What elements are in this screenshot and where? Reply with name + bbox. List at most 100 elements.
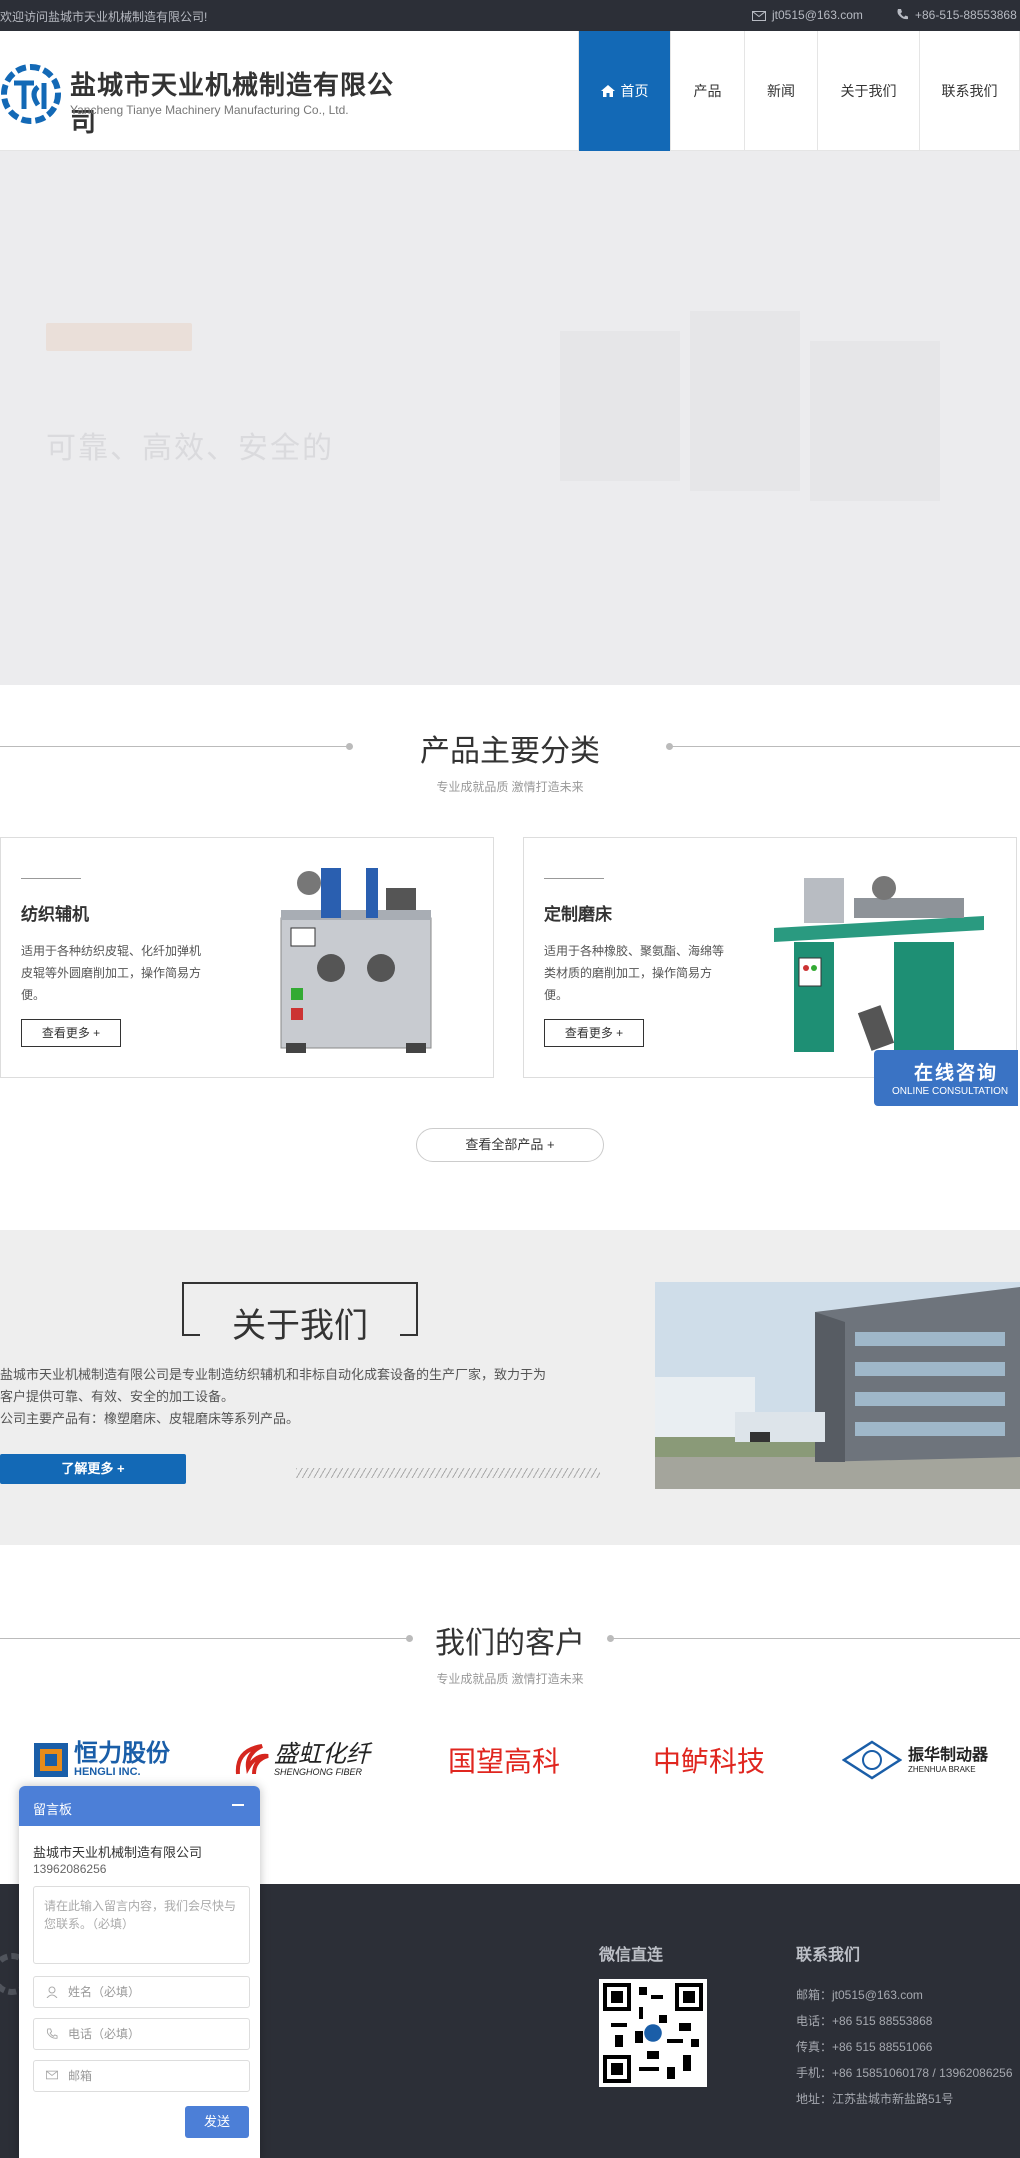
message-board-header[interactable]: 留言板 <box>19 1786 260 1826</box>
name-placeholder: 姓名（必填） <box>68 1985 141 1999</box>
client-logo-guowang: 国望高科 <box>448 1736 560 1784</box>
client-cn: 中鲈科技 <box>653 1746 766 1777</box>
wechat-title: 微信直连 <box>599 1947 664 1964</box>
client-logo-shenghong: 盛虹化纤 SHENGHONG FIBER <box>232 1736 370 1784</box>
products-section-title: 产品主要分类 专业成就品质 激情打造未来 <box>0 726 1020 795</box>
site-header: 盐城市天业机械制造有限公司 Yancheng Tianye Machinery … <box>0 31 1020 151</box>
hero-banner[interactable]: 可靠、高效、安全的 <box>0 151 1020 685</box>
client-cn: 盛虹化纤 <box>274 1741 370 1768</box>
nav-news-label: 新闻 <box>767 83 795 99</box>
factory-photo <box>655 1282 1020 1489</box>
view-more-button[interactable]: 查看更多 + <box>544 1019 644 1047</box>
nav-home[interactable]: 首页 <box>578 31 670 151</box>
grinder-machine-image <box>774 876 984 1052</box>
company-logo[interactable]: 盐城市天业机械制造有限公司 Yancheng Tianye Machinery … <box>0 59 420 137</box>
hero-machine-shape <box>560 331 680 481</box>
products-subtitle: 专业成就品质 激情打造未来 <box>436 780 584 794</box>
client-en: ZHENHUA BRAKE <box>908 1764 976 1774</box>
send-button[interactable]: 发送 <box>185 2106 249 2138</box>
message-textarea[interactable]: 请在此输入留言内容，我们会尽快与您联系。（必填） <box>33 1886 250 1964</box>
online-consultation-button[interactable]: 在线咨询 ONLINE CONSULTATION <box>874 1050 1018 1106</box>
nav-contact[interactable]: 联系我们 <box>919 31 1020 151</box>
home-icon <box>600 85 615 97</box>
clients-section-title: 我们的客户 专业成就品质 激情打造未来 <box>0 1618 1020 1687</box>
client-cn: 国望高科 <box>448 1746 561 1777</box>
clients-subtitle: 专业成就品质 激情打造未来 <box>436 1672 584 1686</box>
about-text: 盐城市天业机械制造有限公司是专业制造纺织辅机和非标自动化成套设备的生产厂家，致力… <box>0 1364 600 1430</box>
topbar-email[interactable]: jt0515@163.com <box>752 8 863 22</box>
tel-field[interactable]: 电话（必填） <box>33 2018 250 2050</box>
phone-icon <box>46 2028 58 2039</box>
product-card-custom-grinder[interactable]: 定制磨床 适用于各种橡胶、聚氨酯、海绵等类材质的磨削加工，操作简易方便。 查看更… <box>523 837 1017 1078</box>
about-text-line: 客户提供可靠、有效、安全的加工设备。 <box>0 1389 235 1404</box>
consult-en: ONLINE CONSULTATION <box>892 1086 1009 1097</box>
phone-icon <box>897 9 908 20</box>
user-icon <box>46 1986 58 1998</box>
hero-slogan: 可靠、高效、安全的 <box>46 432 334 465</box>
card-accent-line <box>544 878 604 879</box>
divider <box>613 1638 1020 1639</box>
email-placeholder: 邮箱 <box>68 2069 93 2083</box>
topbar-phone-text: +86-515-88553868 <box>915 8 1017 22</box>
about-text-line: 公司主要产品有：橡塑磨床、皮辊磨床等系列产品。 <box>0 1411 300 1426</box>
message-phone: 13962086256 <box>33 1862 107 1876</box>
topbar-phone[interactable]: +86-515-88553868 <box>896 8 1017 22</box>
divider-dot <box>346 743 353 750</box>
footer-mobile: 手机：+86 15851060178 / 13962086256 <box>796 2066 1013 2080</box>
nav-about[interactable]: 关于我们 <box>817 31 919 151</box>
hero-tag <box>46 323 192 351</box>
factory-building-image <box>655 1282 1020 1489</box>
welcome-text: 欢迎访问盐城市天业机械制造有限公司! <box>0 10 208 24</box>
card-title: 纺织辅机 <box>21 905 89 924</box>
clients-title: 我们的客户 <box>435 1627 585 1660</box>
footer-tel: 电话：+86 515 88553868 <box>796 2014 933 2028</box>
card-desc: 适用于各种橡胶、聚氨酯、海绵等类材质的磨削加工，操作简易方便。 <box>544 944 725 1002</box>
topbar-email-text: jt0515@163.com <box>772 8 863 22</box>
nav-home-label: 首页 <box>620 83 649 99</box>
nav-news[interactable]: 新闻 <box>744 31 817 151</box>
card-title: 定制磨床 <box>544 905 612 924</box>
divider-dot <box>406 1635 413 1642</box>
about-title: 关于我们 <box>200 1298 400 1347</box>
card-accent-line <box>21 878 81 879</box>
learn-more-button[interactable]: 了解更多 + <box>0 1454 186 1484</box>
client-en: HENGLI INC. <box>74 1766 141 1778</box>
email-field[interactable]: 邮箱 <box>33 2060 250 2092</box>
hero-machine-shape <box>810 341 940 501</box>
client-logo-zhenhua: 振华制动器 ZHENHUA BRAKE <box>842 1736 988 1784</box>
message-board-title: 留言板 <box>33 1802 73 1817</box>
divider <box>0 746 350 747</box>
footer-address: 地址：江苏盐城市新盐路51号 <box>796 2092 954 2106</box>
about-section: 关于我们 盐城市天业机械制造有限公司是专业制造纺织辅机和非标自动化成套设备的生产… <box>0 1230 1020 1545</box>
divider <box>672 746 1020 747</box>
consult-cn: 在线咨询 <box>914 1063 999 1084</box>
card-desc: 适用于各种纺织皮辊、化纤加弹机皮辊等外圆磨削加工，操作简易方便。 <box>21 944 202 1002</box>
about-text-line: 盐城市天业机械制造有限公司是专业制造纺织辅机和非标自动化成套设备的生产厂家，致力… <box>0 1367 547 1382</box>
textile-machine-image <box>280 868 432 1053</box>
top-bar: 欢迎访问盐城市天业机械制造有限公司! jt0515@163.com +86-51… <box>0 0 1020 31</box>
products-title: 产品主要分类 <box>420 735 600 768</box>
footer-email: 邮箱：jt0515@163.com <box>796 1988 923 2002</box>
company-name-cn: 盐城市天业机械制造有限公司 <box>70 70 395 137</box>
wechat-qr-code <box>599 1979 707 2087</box>
main-nav: 首页 产品 新闻 关于我们 联系我们 <box>578 31 1020 151</box>
mail-icon <box>752 11 766 21</box>
zhenhua-logo-icon <box>842 1740 902 1780</box>
shenghong-logo-icon <box>235 1744 269 1775</box>
nav-products-label: 产品 <box>693 83 722 99</box>
view-more-button[interactable]: 查看更多 + <box>21 1019 121 1047</box>
client-logo-zhonglu: 中鲈科技 <box>653 1736 765 1784</box>
minimize-icon[interactable] <box>232 1804 244 1806</box>
view-all-products-button[interactable]: 查看全部产品 + <box>416 1128 604 1162</box>
nav-products[interactable]: 产品 <box>670 31 744 151</box>
footer-fax: 传真：+86 515 88551066 <box>796 2040 933 2054</box>
tel-placeholder: 电话（必填） <box>68 2027 141 2041</box>
client-cn: 恒力股份 <box>74 1740 170 1767</box>
name-field[interactable]: 姓名（必填） <box>33 1976 250 2008</box>
hero-machine-shape <box>690 311 800 491</box>
decorative-hatch <box>296 1468 600 1478</box>
logo-mark-icon <box>1 64 61 124</box>
nav-about-label: 关于我们 <box>840 83 897 99</box>
product-card-textile[interactable]: 纺织辅机 适用于各种纺织皮辊、化纤加弹机皮辊等外圆磨削加工，操作简易方便。 查看… <box>0 837 494 1078</box>
footer-contact-title: 联系我们 <box>796 1947 861 1964</box>
